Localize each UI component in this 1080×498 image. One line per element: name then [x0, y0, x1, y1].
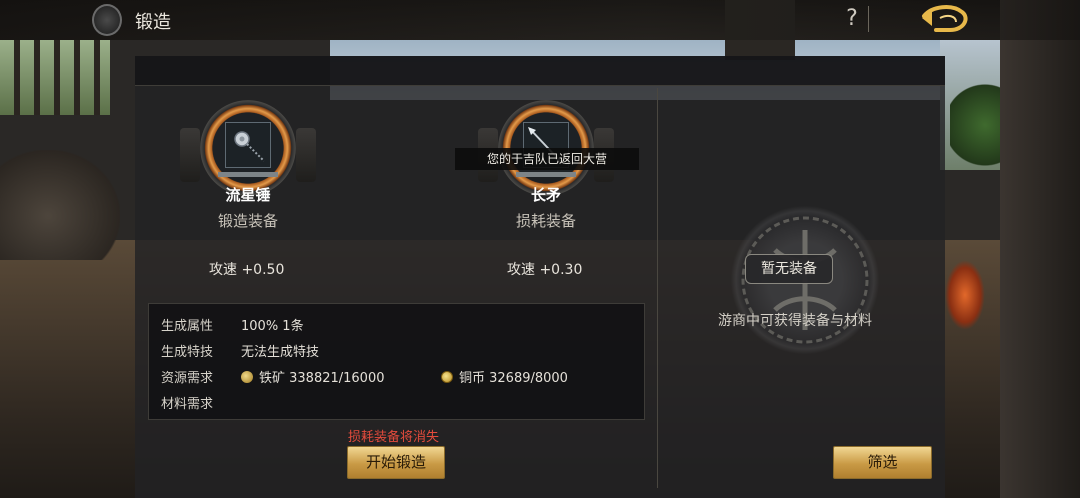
divider	[868, 6, 869, 32]
slot-wing-right	[296, 128, 316, 182]
forge-equipment-stat: 攻速 +0.50	[209, 262, 285, 278]
window-bars	[0, 40, 110, 115]
info-label: 资源需求	[161, 371, 214, 386]
slot-bar	[516, 172, 576, 177]
filter-button[interactable]: 筛选	[833, 446, 932, 479]
consume-equipment-name: 长矛	[530, 186, 561, 204]
panel-divider	[657, 88, 658, 488]
forge-equipment-role: 锻造装备	[217, 212, 278, 230]
dragon-logo-icon	[92, 4, 122, 36]
consume-equipment-slot[interactable]: 您的于吉队已返回大营 长矛 损耗装备	[455, 100, 639, 240]
copper-coin-icon	[441, 371, 453, 383]
back-arrow-icon[interactable]	[918, 2, 970, 36]
info-label: 生成特技	[161, 345, 214, 360]
woodpile	[0, 150, 120, 260]
iron-ore-icon	[241, 371, 253, 383]
no-equipment-badge: 暂无装备	[745, 254, 833, 284]
help-icon[interactable]: ?	[842, 5, 862, 33]
forge-info-box: 生成属性 100% 1条 生成特技 无法生成特技 资源需求 铁矿 338821/…	[148, 303, 645, 420]
pillar-right	[1000, 0, 1080, 498]
consume-equipment-role: 损耗装备	[515, 212, 576, 230]
start-forge-button[interactable]: 开始锻造	[347, 446, 445, 479]
forge-equipment-slot[interactable]: 流星锤 锻造装备	[180, 100, 316, 240]
iron-ore-requirement: 铁矿 338821/16000	[241, 367, 385, 386]
consume-warning: 损耗装备将消失	[348, 430, 440, 445]
page-title: 锻造	[135, 12, 171, 33]
info-label: 材料需求	[161, 397, 214, 412]
info-label: 生成属性	[161, 319, 214, 334]
forge-equipment-name: 流星锤	[225, 186, 271, 204]
return-notice-tooltip: 您的于吉队已返回大营	[455, 148, 639, 170]
panel-header	[135, 56, 945, 86]
copper-coin-text: 铜币 32689/8000	[459, 371, 568, 386]
slot-bar	[218, 172, 278, 177]
info-value: 100% 1条	[241, 319, 304, 334]
forge-fire	[945, 260, 985, 330]
copper-coin-requirement: 铜币 32689/8000	[441, 367, 568, 386]
consume-equipment-stat: 攻速 +0.30	[507, 262, 583, 278]
iron-ore-text: 铁矿 338821/16000	[259, 371, 385, 386]
merchant-hint: 游商中可获得装备与材料	[718, 313, 872, 329]
info-value: 无法生成特技	[241, 345, 320, 360]
slot-wing-left	[180, 128, 200, 182]
meteor-hammer-icon	[225, 122, 271, 168]
